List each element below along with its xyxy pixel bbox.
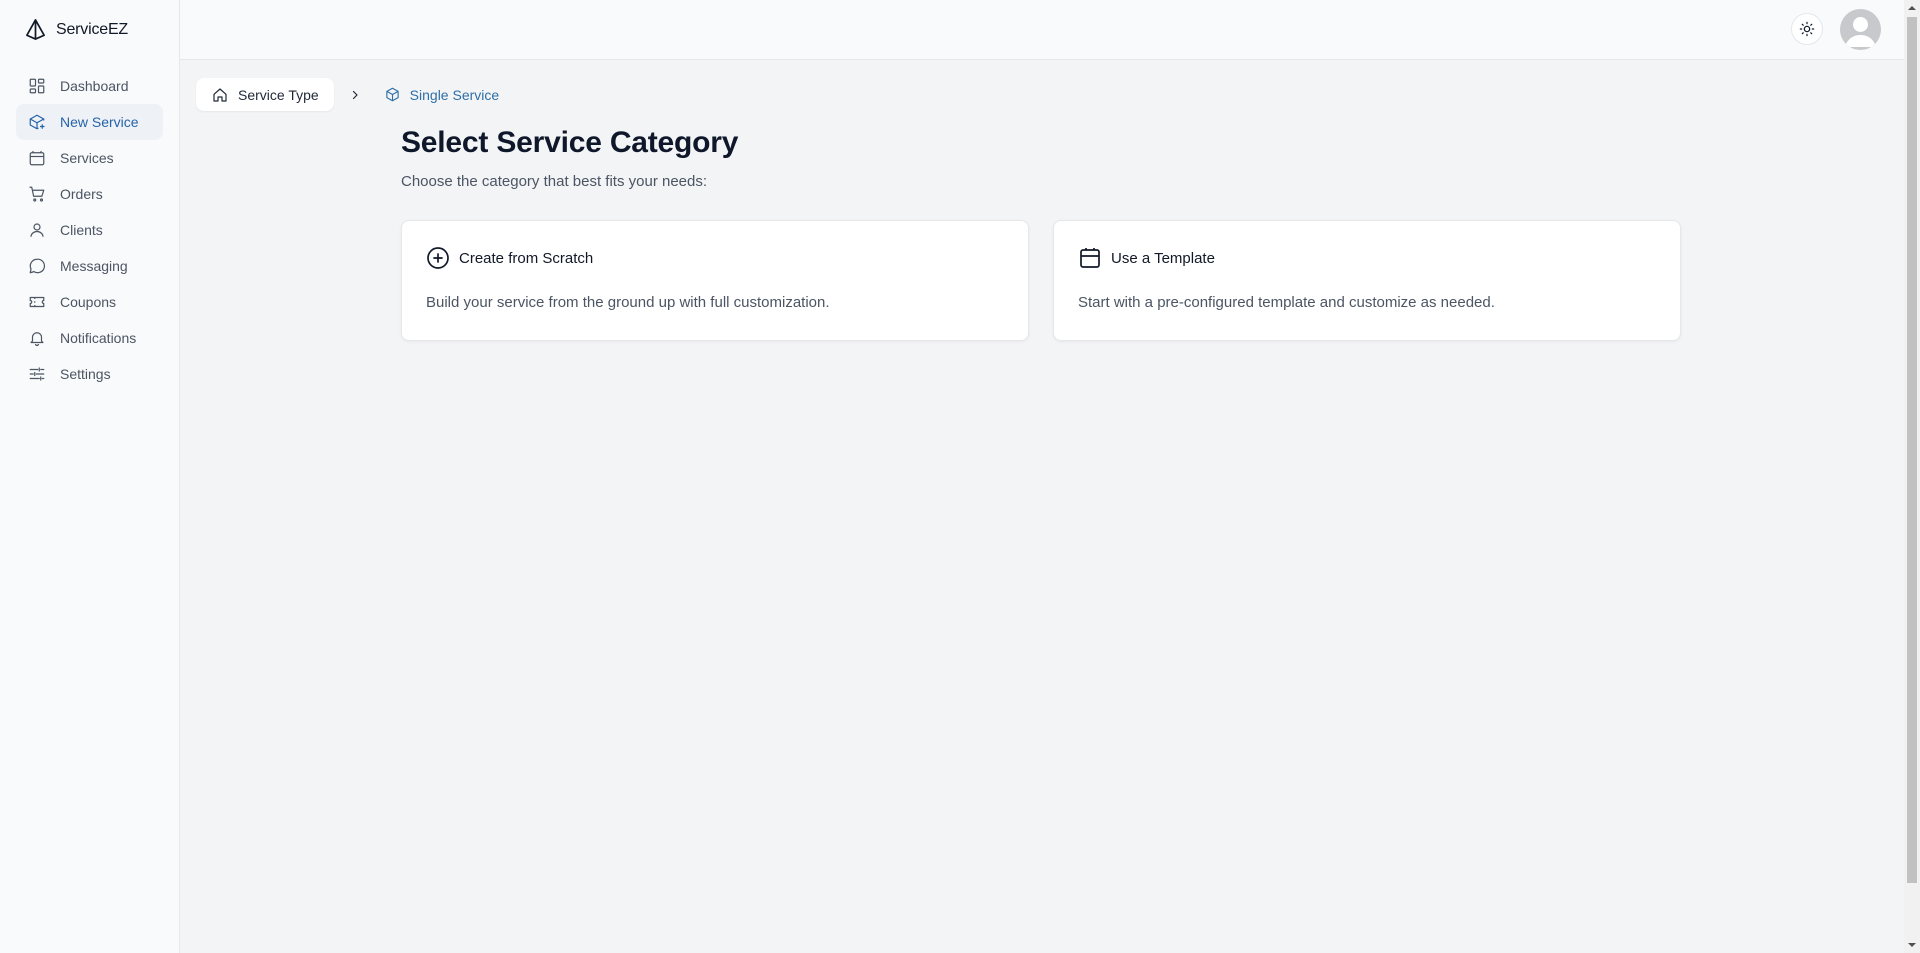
sidebar-item-messaging[interactable]: Messaging (16, 248, 163, 284)
brand[interactable]: ServiceEZ (0, 0, 179, 59)
create-from-scratch-card[interactable]: Create from Scratch Build your service f… (401, 220, 1029, 341)
ticket-icon (29, 296, 45, 308)
home-icon (213, 87, 227, 102)
page-subtitle: Choose the category that best fits your … (401, 173, 708, 190)
breadcrumb-label: Service Type (238, 86, 319, 103)
card-header: Create from Scratch (426, 246, 1004, 270)
scroll-down-arrow[interactable] (1904, 937, 1920, 953)
cart-icon (29, 186, 45, 202)
card-title: Create from Scratch (459, 249, 594, 267)
chevron-right-icon (349, 89, 361, 101)
sidebar-item-label: Orders (60, 186, 103, 202)
sidebar-item-new-service[interactable]: New Service (16, 104, 163, 140)
sidebar-item-label: Coupons (60, 294, 117, 310)
page-scrollbar[interactable] (1904, 0, 1920, 953)
cube-icon (385, 87, 399, 102)
brand-name: ServiceEZ (56, 20, 128, 38)
breadcrumb-single-service[interactable]: Single Service (385, 86, 500, 103)
sidebar-item-orders[interactable]: Orders (16, 176, 163, 212)
template-box-icon (1080, 248, 1100, 268)
card-description: Build your service from the ground up wi… (426, 294, 830, 311)
sidebar-item-label: Notifications (60, 330, 137, 346)
sidebar-item-label: Clients (60, 222, 103, 238)
breadcrumb: Service Type Single Service (196, 78, 499, 111)
sun-icon (1799, 21, 1815, 37)
sidebar-nav: Dashboard New Service Services Orders Cl… (0, 68, 179, 392)
sidebar-item-services[interactable]: Services (16, 140, 163, 176)
sidebar-item-label: Dashboard (60, 78, 129, 94)
message-icon (29, 258, 46, 274)
topbar (180, 0, 1904, 60)
card-title: Use a Template (1111, 249, 1215, 267)
scroll-up-arrow[interactable] (1904, 0, 1920, 16)
sidebar-item-label: Services (60, 150, 114, 166)
main-content: Select Service Category Choose the categ… (401, 126, 738, 190)
sliders-icon (29, 367, 45, 381)
theme-toggle-button[interactable] (1791, 13, 1823, 45)
bell-icon (30, 332, 44, 347)
sidebar-item-label: Messaging (60, 258, 128, 274)
breadcrumb-label: Single Service (409, 86, 500, 103)
package-icon (29, 150, 45, 166)
user-icon (30, 223, 44, 237)
card-header: Use a Template (1078, 246, 1656, 270)
scroll-thumb[interactable] (1907, 17, 1917, 883)
sidebar: ServiceEZ Dashboard New Service Services… (0, 0, 180, 953)
sidebar-item-settings[interactable]: Settings (16, 356, 163, 392)
avatar[interactable] (1840, 9, 1881, 50)
logo-icon (26, 19, 45, 40)
user-avatar-icon (1845, 17, 1876, 47)
sidebar-item-notifications[interactable]: Notifications (16, 320, 163, 356)
card-description: Start with a pre-configured template and… (1078, 294, 1495, 311)
sidebar-item-label: New Service (60, 114, 139, 130)
sidebar-item-dashboard[interactable]: Dashboard (16, 68, 163, 104)
plus-circle-icon (427, 247, 449, 269)
breadcrumb-service-type[interactable]: Service Type (196, 78, 334, 111)
sidebar-item-label: Settings (60, 366, 111, 382)
use-template-card[interactable]: Use a Template Start with a pre-configur… (1053, 220, 1681, 341)
sidebar-item-clients[interactable]: Clients (16, 212, 163, 248)
page-title: Select Service Category (401, 126, 739, 159)
dashboard-icon (29, 78, 45, 94)
sidebar-item-coupons[interactable]: Coupons (16, 284, 163, 320)
box-plus-icon (29, 114, 45, 130)
